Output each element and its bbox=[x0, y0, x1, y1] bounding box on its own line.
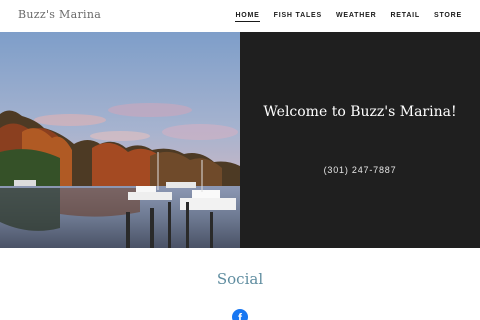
hero-section: Welcome to Buzz's Marina! (301) 247-7887 bbox=[0, 32, 480, 248]
site-logo[interactable]: Buzz's Marina bbox=[18, 8, 101, 21]
marina-photo bbox=[0, 32, 240, 248]
nav-store[interactable]: STORE bbox=[434, 12, 462, 22]
nav-retail[interactable]: RETAIL bbox=[390, 12, 420, 22]
nav-weather[interactable]: WEATHER bbox=[336, 12, 376, 22]
welcome-panel: Welcome to Buzz's Marina! (301) 247-7887 bbox=[240, 32, 480, 248]
facebook-icon[interactable]: f bbox=[232, 309, 248, 320]
phone-number[interactable]: (301) 247-7887 bbox=[240, 165, 480, 175]
welcome-heading: Welcome to Buzz's Marina! bbox=[263, 104, 457, 120]
nav-home[interactable]: HOME bbox=[235, 12, 260, 22]
main-nav: HOME FISH TALES WEATHER RETAIL STORE bbox=[235, 12, 462, 22]
nav-fish-tales[interactable]: FISH TALES bbox=[274, 12, 322, 22]
site-header: Buzz's Marina HOME FISH TALES WEATHER RE… bbox=[0, 0, 480, 32]
social-heading: Social bbox=[216, 270, 264, 288]
